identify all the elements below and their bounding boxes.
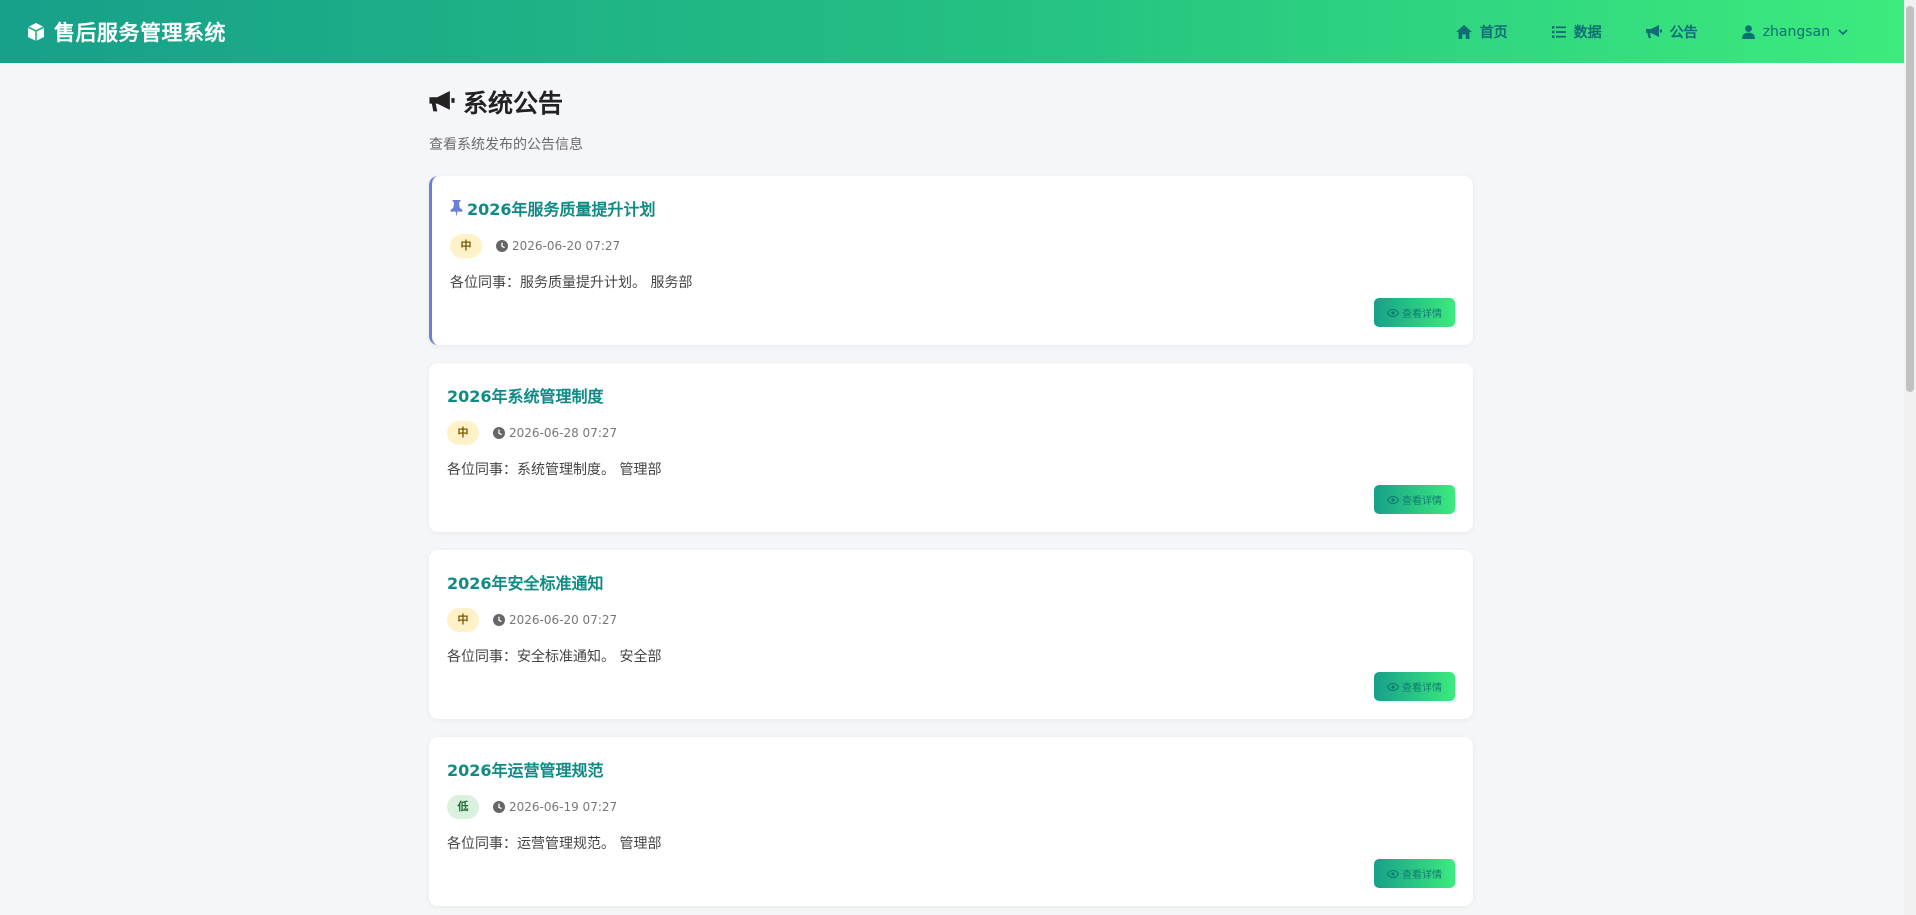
user-menu[interactable]: zhangsan [1741,23,1848,40]
nav-announcement[interactable]: 公告 [1645,22,1698,42]
announcement-card: 2026年运营管理规范 低 2026-06-19 07:27 各位同事：运营管理… [429,737,1473,906]
announcement-meta: 中 2026-06-20 07:27 [450,234,1455,258]
home-icon [1455,24,1472,39]
priority-badge: 中 [450,234,482,258]
announcement-content: 各位同事：服务质量提升计划。 服务部 [450,275,693,291]
announcement-meta: 低 2026-06-19 07:27 [447,795,1455,819]
nav-data-label: 数据 [1573,24,1602,41]
announcement-date-text: 2026-06-19 07:27 [509,800,618,814]
announcement-date-text: 2026-06-20 07:27 [512,239,621,253]
priority-badge: 中 [447,421,479,445]
announcement-card: 2026年服务质量提升计划 中 2026-06-20 07:27 各位同事：服务… [429,176,1473,345]
clock-icon [493,427,505,439]
clock-icon [493,614,505,626]
megaphone-icon [429,91,455,112]
announcement-date: 2026-06-20 07:27 [496,239,620,253]
nav-data[interactable]: 数据 [1551,22,1602,42]
view-detail-button[interactable]: 查看详情 [1374,859,1455,888]
nav-menu: 首页 数据 公告 zhangsan [1412,22,1848,42]
announcement-title[interactable]: 2026年安全标准通知 [447,570,1455,594]
megaphone-icon [1645,24,1662,38]
announcement-date: 2026-06-19 07:27 [493,800,617,814]
announcement-card: 2026年安全标准通知 中 2026-06-20 07:27 各位同事：安全标准… [429,550,1473,719]
announcement-date-text: 2026-06-28 07:27 [509,426,618,440]
announcement-content: 各位同事：安全标准通知。 安全部 [447,649,662,665]
priority-badge: 中 [447,608,479,632]
user-icon [1741,24,1755,39]
announcement-title[interactable]: 2026年运营管理规范 [447,757,1455,781]
page-title: 系统公告 [429,84,1473,120]
view-detail-label: 查看详情 [1402,683,1442,694]
announcement-title-text: 2026年运营管理规范 [447,761,604,780]
priority-badge: 低 [447,795,479,819]
page-scrollbar[interactable] [1904,0,1916,915]
eye-icon [1387,682,1399,691]
view-detail-label: 查看详情 [1402,309,1442,320]
announcement-meta: 中 2026-06-20 07:27 [447,608,1455,632]
page-title-text: 系统公告 [463,89,564,118]
list-icon [1551,25,1566,38]
view-detail-button[interactable]: 查看详情 [1374,485,1455,514]
nav-home-label: 首页 [1479,24,1508,41]
app-title: 售后服务管理系统 [54,20,226,45]
announcement-date-text: 2026-06-20 07:27 [509,613,618,627]
top-navbar: 售后服务管理系统 首页 数据 公告 zhangsan [0,0,1904,63]
eye-icon [1387,869,1399,878]
announcement-content: 各位同事：系统管理制度。 管理部 [447,462,662,478]
announcement-date: 2026-06-28 07:27 [493,426,617,440]
pin-icon [450,199,463,217]
chevron-down-icon [1838,28,1848,35]
eye-icon [1387,495,1399,504]
announcement-card: 2026年系统管理制度 中 2026-06-28 07:27 各位同事：系统管理… [429,363,1473,532]
view-detail-label: 查看详情 [1402,496,1442,507]
announcement-title-text: 2026年服务质量提升计划 [467,200,656,219]
announcement-title-text: 2026年安全标准通知 [447,574,604,593]
announcement-meta: 中 2026-06-28 07:27 [447,421,1455,445]
announcement-title[interactable]: 2026年服务质量提升计划 [450,196,1455,220]
eye-icon [1387,308,1399,317]
view-detail-button[interactable]: 查看详情 [1374,298,1455,327]
announcement-content: 各位同事：运营管理规范。 管理部 [447,836,662,852]
page-subtitle: 查看系统发布的公告信息 [429,137,583,153]
announcement-title[interactable]: 2026年系统管理制度 [447,383,1455,407]
announcement-title-text: 2026年系统管理制度 [447,387,604,406]
cube-icon [26,22,46,42]
clock-icon [493,801,505,813]
clock-icon [496,240,508,252]
brand[interactable]: 售后服务管理系统 [26,17,226,47]
scrollbar-thumb[interactable] [1906,6,1914,392]
nav-home[interactable]: 首页 [1455,22,1508,42]
announcement-date: 2026-06-20 07:27 [493,613,617,627]
username: zhangsan [1762,23,1830,40]
view-detail-button[interactable]: 查看详情 [1374,672,1455,701]
view-detail-label: 查看详情 [1402,870,1442,881]
nav-announcement-label: 公告 [1669,24,1698,41]
main-content: 系统公告 查看系统发布的公告信息 2026年服务质量提升计划 中 2026-06… [429,84,1473,906]
